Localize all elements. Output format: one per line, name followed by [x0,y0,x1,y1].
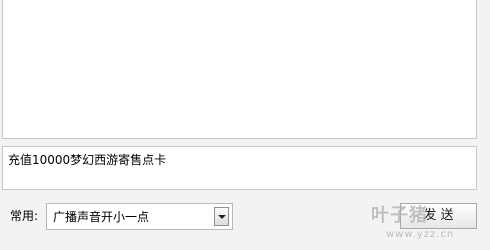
chevron-down-icon[interactable] [214,207,229,226]
watermark-url: www.yzz.cn [386,229,455,240]
send-button[interactable]: 发 送 [400,203,477,229]
common-label: 常用: [10,209,39,223]
message-input-text: 充值10000梦幻西游寄售点卡 [8,153,167,167]
chat-panel: 充值10000梦幻西游寄售点卡 常用: 广播声音开小一点 发 送 叶子猪 www… [0,0,490,250]
common-phrase-select[interactable]: 广播声音开小一点 [46,203,233,230]
common-phrase-value: 广播声音开小一点 [53,210,150,224]
message-input[interactable]: 充值10000梦幻西游寄售点卡 [2,146,477,190]
chat-log-area[interactable] [2,0,477,139]
